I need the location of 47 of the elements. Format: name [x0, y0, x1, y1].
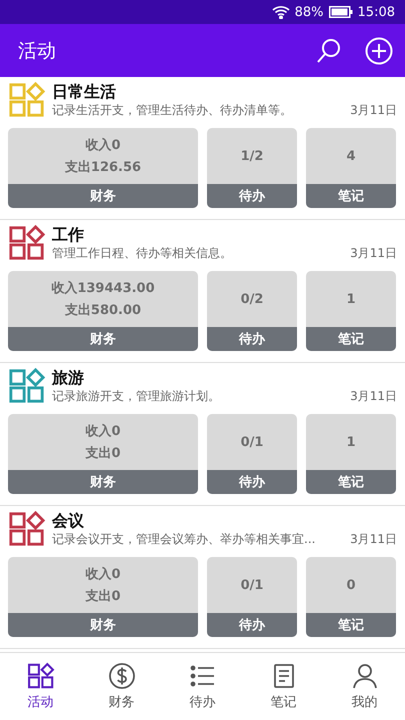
grid-icon: [8, 510, 46, 548]
nav-tab[interactable]: 活动: [0, 653, 81, 720]
activity-date: 3月11日: [350, 244, 397, 262]
nav-tab[interactable]: 财务: [81, 653, 162, 720]
finance-tile[interactable]: 收入139443.00 支出580.00 财务: [8, 271, 198, 351]
grid-icon: [8, 81, 46, 119]
activity-title: 旅游: [52, 368, 85, 388]
notes-tile[interactable]: 0 笔记: [306, 557, 396, 637]
battery-icon: [328, 6, 353, 18]
finance-tile[interactable]: 收入0 支出0 财务: [8, 557, 198, 637]
notes-tile[interactable]: 4 笔记: [306, 128, 396, 208]
activity-date: 3月11日: [350, 102, 397, 118]
activity-card[interactable]: 旅游 记录旅游开支，管理旅游计划。 3月11日 收入0 支出0 财务 0/1 待办 1 笔记: [0, 363, 405, 506]
activity-title: 日常生活: [52, 82, 117, 102]
activity-description: 记录生活开支，管理生活待办、待办清单等。: [52, 102, 292, 118]
notes-tile[interactable]: 1 笔记: [306, 414, 396, 494]
todo-tile[interactable]: 1/2 待办: [207, 128, 297, 208]
todo-tile[interactable]: 0/1 待办: [207, 557, 297, 637]
clock-time: 15:08: [358, 4, 395, 20]
activity-description: 记录会议开支，管理会议筹办、举办等相关事宜...: [52, 530, 316, 548]
activity-title: 会议: [52, 510, 85, 530]
grid-icon: [8, 224, 46, 262]
activity-title: 工作: [52, 224, 85, 244]
screen-title: 活动: [18, 38, 57, 64]
grid-icon: [8, 367, 46, 405]
activity-date: 3月11日: [350, 388, 397, 404]
activity-description: 记录旅游开支，管理旅游计划。: [52, 388, 220, 404]
finance-tile[interactable]: 收入0 支出126.56 财务: [8, 128, 198, 208]
notes-tile[interactable]: 1 笔记: [306, 271, 396, 351]
search-button[interactable]: [315, 36, 343, 64]
finance-tile[interactable]: 收入0 支出0 财务: [8, 414, 198, 494]
person-icon: [350, 662, 378, 690]
nav-tab[interactable]: 我的: [324, 653, 405, 720]
wifi-icon: [272, 5, 290, 19]
grid-icon: [26, 662, 54, 690]
activity-card[interactable]: 日常生活 记录生活开支，管理生活待办、待办清单等。 3月11日 收入0 支出126.56 财务 1/2 待办 4 笔记: [0, 77, 405, 220]
activity-card[interactable]: 工作 管理工作日程、待办等相关信息。 3月11日 收入139443.00 支出580.00 财务 0/2 待办 1 笔记: [0, 220, 405, 363]
activity-date: 3月11日: [350, 530, 397, 548]
nav-tab[interactable]: 待办: [162, 653, 243, 720]
todo-tile[interactable]: 0/2 待办: [207, 271, 297, 351]
add-button[interactable]: [365, 36, 393, 64]
activity-description: 管理工作日程、待办等相关信息。: [52, 244, 232, 262]
nav-tab[interactable]: 笔记: [243, 653, 324, 720]
todo-tile[interactable]: 0/1 待办: [207, 414, 297, 494]
activity-card[interactable]: 会议 记录会议开支，管理会议筹办、举办等相关事宜... 3月11日 收入0 支出0 财务 0/1 待办 0 笔记: [0, 506, 405, 649]
dollar-icon: [108, 662, 136, 690]
battery-percent: 88%: [294, 4, 324, 20]
